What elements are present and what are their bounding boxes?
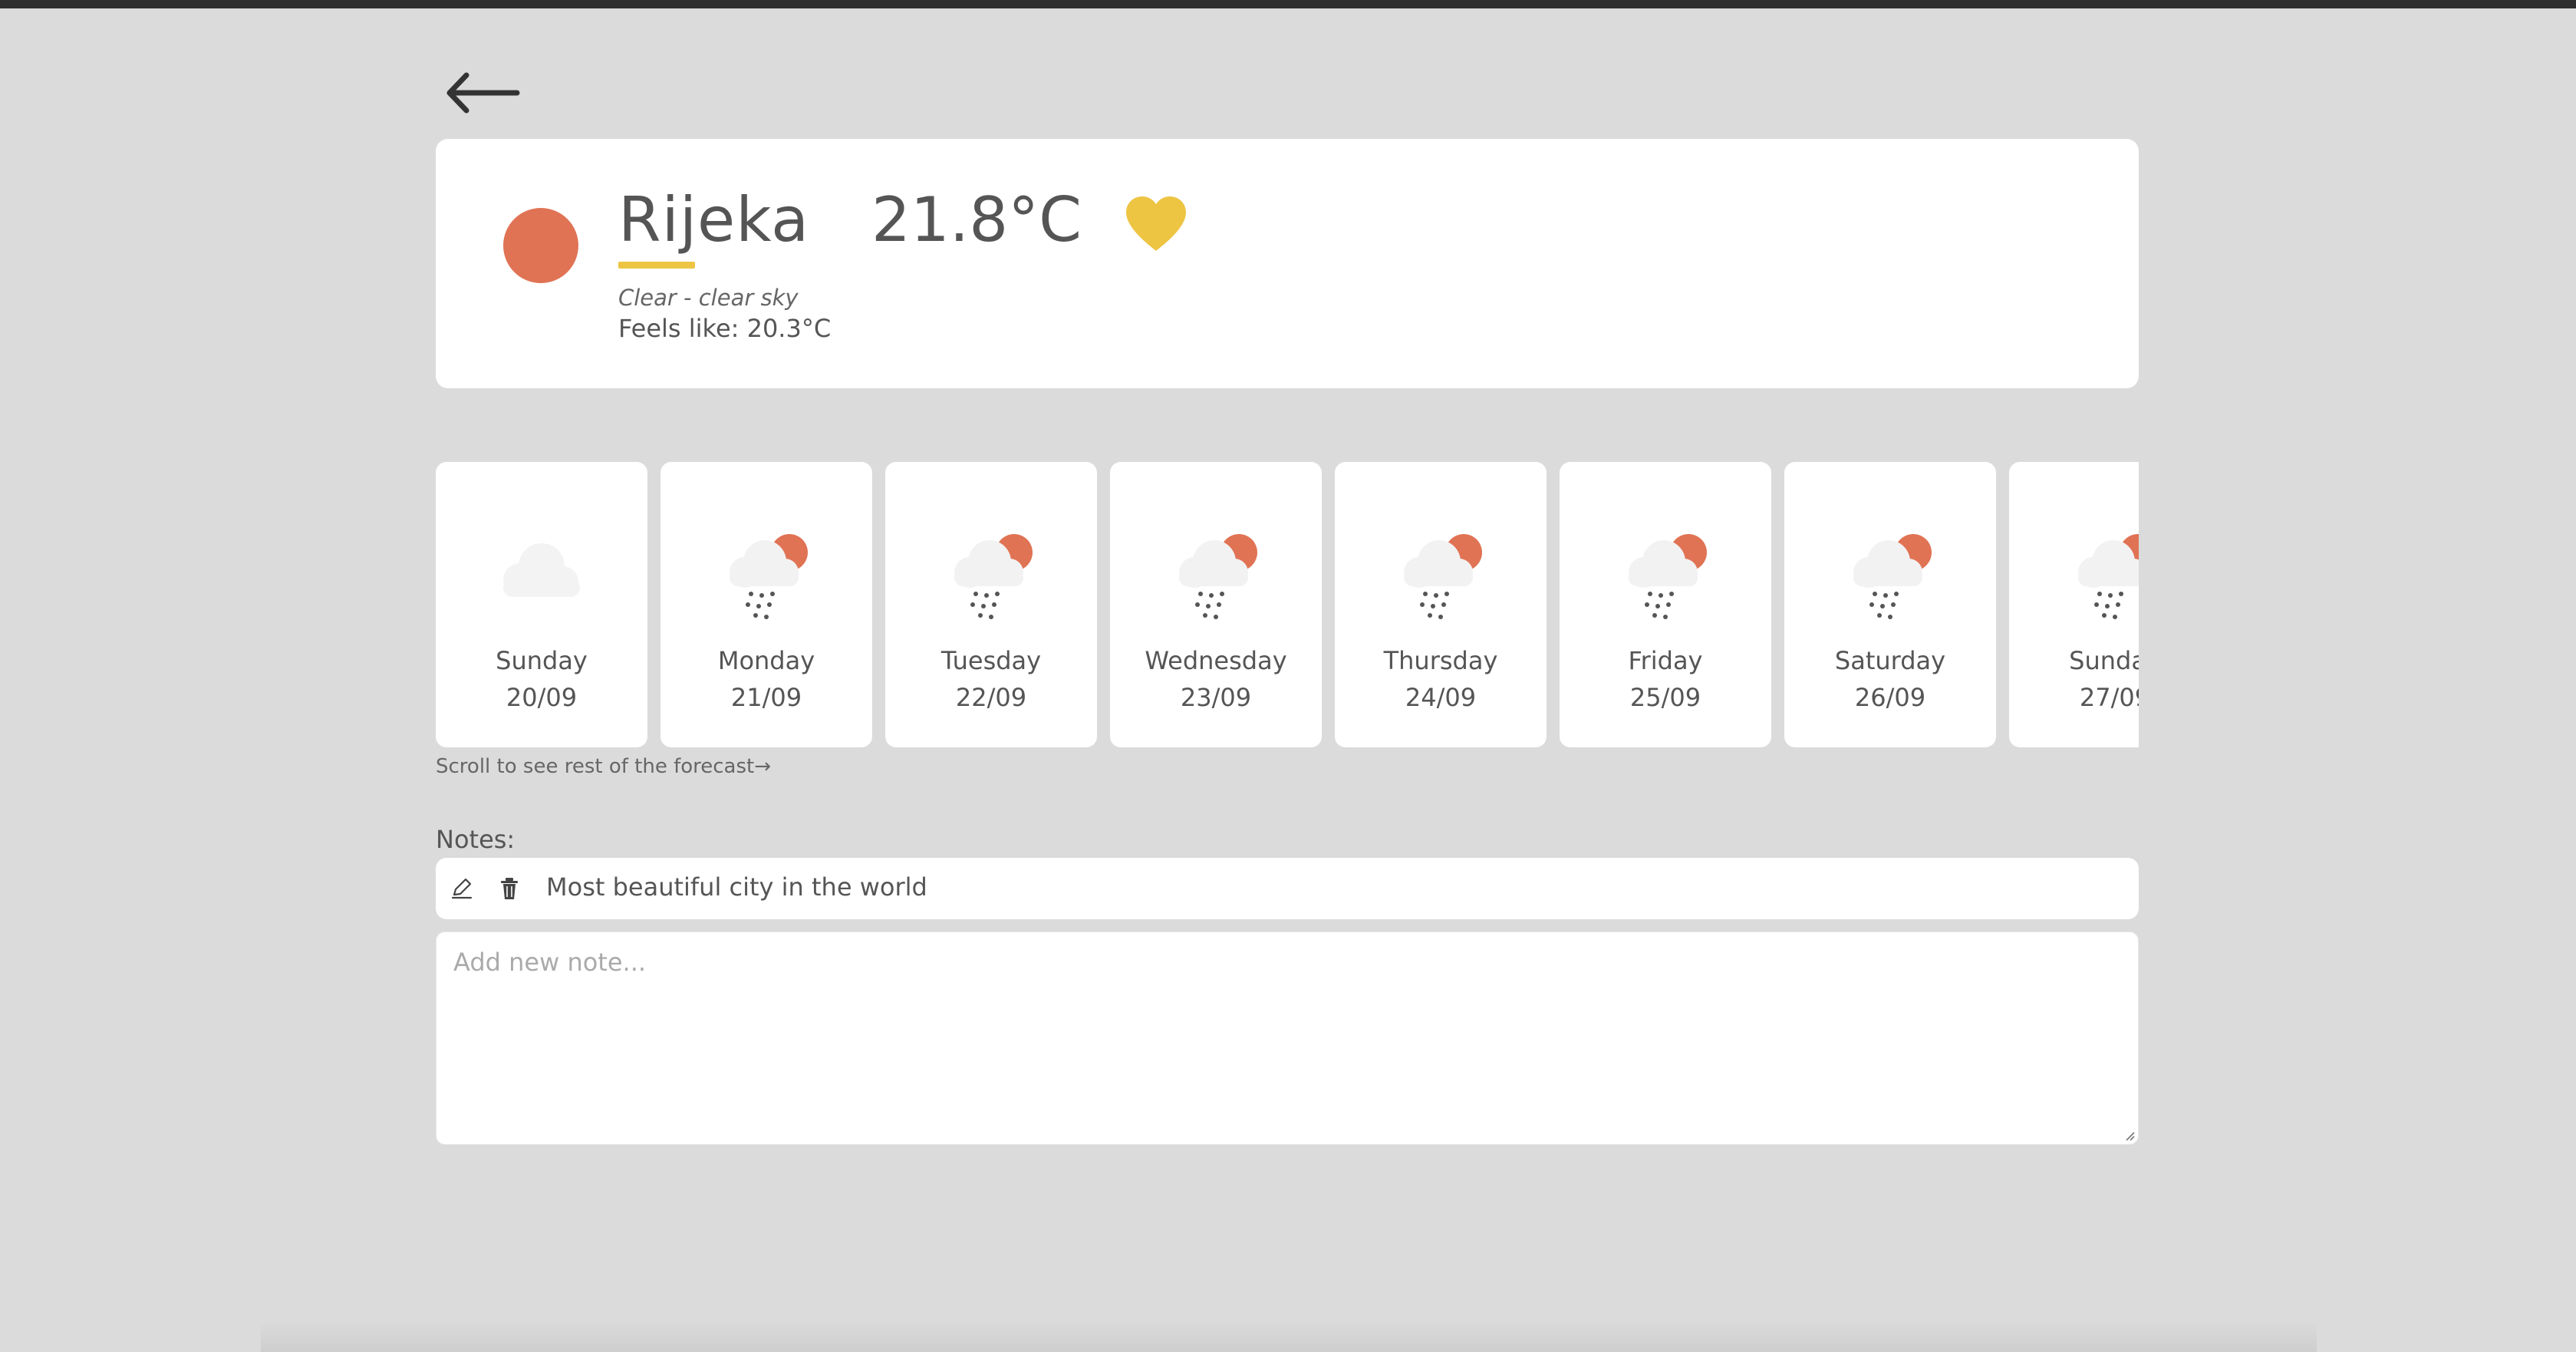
rain-sun-icon [1179, 534, 1257, 619]
heart-icon [1126, 196, 1186, 251]
forecast-day-date: 21/09 [730, 683, 802, 712]
current-weather-card: Rijeka 21.8°C Clear - clear sky Feels li… [436, 139, 2139, 388]
forecast-day-card[interactable]: Sunday 27/09 [2009, 462, 2139, 747]
browser-top-bar [0, 0, 2576, 8]
resize-handle-icon[interactable] [2122, 1128, 2136, 1142]
forecast-day-date: 27/09 [2079, 683, 2139, 712]
cloud-icon [503, 543, 580, 597]
feels-like-label: Feels like: [618, 314, 740, 343]
scroll-hint: Scroll to see rest of the forecast→ [436, 755, 772, 778]
forecast-day-name: Monday [717, 646, 815, 675]
forecast-track: Sunday 20/09 Monday 21/09 Tuesday 22/09 [436, 462, 2139, 747]
rain-sun-icon [730, 534, 808, 619]
rain-sun-icon [2078, 534, 2139, 619]
feels-like-value: 20.3°C [746, 314, 832, 343]
current-temperature: 21.8°C [871, 184, 1082, 256]
forecast-day-card[interactable]: Tuesday 22/09 [885, 462, 1097, 747]
back-button[interactable] [443, 66, 520, 120]
arrow-left-icon [446, 72, 520, 114]
forecast-day-date: 20/09 [506, 683, 578, 712]
rain-sun-icon [954, 534, 1033, 619]
feels-like: Feels like: 20.3°C [618, 314, 831, 343]
forecast-day-date: 25/09 [1629, 683, 1701, 712]
weather-description: Clear - clear sky [618, 285, 799, 311]
forecast-day-name: Sunday [496, 646, 588, 675]
forecast-day-date: 22/09 [955, 683, 1027, 712]
forecast-day-name: Wednesday [1145, 646, 1287, 675]
forecast-day-name: Thursday [1383, 646, 1498, 675]
rain-sun-icon [1404, 534, 1482, 619]
city-underline [618, 262, 695, 269]
forecast-day-card[interactable]: Monday 21/09 [660, 462, 872, 747]
rain-sun-icon [1629, 534, 1707, 619]
forecast-day-card[interactable]: Sunday 20/09 [436, 462, 647, 747]
forecast-day-card[interactable]: Wednesday 23/09 [1110, 462, 1322, 747]
forecast-day-name: Sunday [2069, 646, 2139, 675]
forecast-day-card[interactable]: Thursday 24/09 [1335, 462, 1547, 747]
forecast-day-date: 26/09 [1854, 683, 1926, 712]
forecast-day-name: Saturday [1834, 646, 1946, 675]
forecast-day-name: Friday [1628, 646, 1703, 675]
city-name: Rijeka [618, 184, 810, 256]
sun-icon [503, 208, 578, 283]
note-item: Most beautiful city in the world [436, 858, 2139, 919]
new-note-textarea[interactable] [436, 932, 2139, 1145]
favorite-button[interactable] [1123, 194, 1189, 254]
forecast-scroller[interactable]: Sunday 20/09 Monday 21/09 Tuesday 22/09 [436, 462, 2139, 747]
forecast-day-card[interactable]: Saturday 26/09 [1784, 462, 1996, 747]
forecast-day-card[interactable]: Friday 25/09 [1560, 462, 1771, 747]
trash-icon[interactable] [499, 876, 520, 901]
note-text: Most beautiful city in the world [546, 872, 927, 902]
forecast-day-name: Tuesday [940, 646, 1042, 675]
bottom-shadow [261, 1320, 2317, 1352]
rain-sun-icon [1853, 534, 1932, 619]
forecast-day-date: 23/09 [1180, 683, 1252, 712]
forecast-day-date: 24/09 [1405, 683, 1477, 712]
notes-label: Notes: [436, 825, 516, 854]
pencil-icon[interactable] [450, 876, 474, 901]
